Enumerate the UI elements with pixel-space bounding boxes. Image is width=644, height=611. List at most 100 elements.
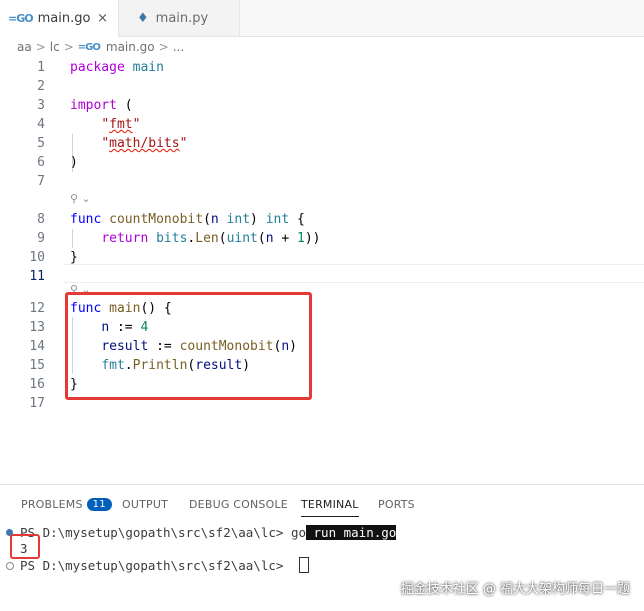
line-number: 5 <box>37 136 45 151</box>
line-number: 8 <box>37 212 45 227</box>
code-token: )) <box>304 231 321 246</box>
go-file-icon: =GO <box>8 12 34 25</box>
terminal-command-args: run main.go <box>306 525 397 540</box>
breadcrumb-file[interactable]: main.go <box>106 40 155 54</box>
code-token: bits <box>156 231 188 246</box>
line-number: 11 <box>29 269 45 284</box>
tab-main-py[interactable]: ♦ main.py <box>118 0 240 36</box>
code-token: ( <box>116 98 133 113</box>
code-token: import <box>70 98 117 113</box>
code-token: + <box>273 231 298 246</box>
code-text: ) <box>70 153 78 172</box>
code-token: n <box>210 212 219 227</box>
code-line[interactable]: 1 package main <box>0 58 644 77</box>
code-token: " <box>101 136 110 151</box>
problems-count-badge: 11 <box>86 498 112 511</box>
breadcrumb-folder-aa[interactable]: aa <box>17 40 32 54</box>
chevron-right-icon: > <box>158 40 169 54</box>
code-token: ( <box>203 212 211 227</box>
chevron-right-icon: > <box>35 40 46 54</box>
code-text: import ( <box>70 96 133 115</box>
code-token: " <box>179 136 188 151</box>
breadcrumb: aa > lc > =GO main.go > ... <box>17 38 184 56</box>
code-text: "fmt" <box>70 115 140 134</box>
terminal-command-line[interactable]: PS D:\mysetup\gopath\src\sf2\aa\lc> go r… <box>20 524 397 542</box>
terminal-prompt: PS D:\mysetup\gopath\src\sf2\aa\lc> <box>20 558 291 573</box>
watermark: 掘金技术社区 @ 福大大架构师每日一题 <box>400 582 630 597</box>
code-token: ) <box>250 212 266 227</box>
code-token: package <box>70 60 125 75</box>
line-number: 17 <box>29 396 45 411</box>
code-token: Len <box>195 231 219 246</box>
code-token: uint <box>226 231 258 246</box>
code-line[interactable]: 2 <box>0 77 644 96</box>
terminal-prompt-line[interactable]: PS D:\mysetup\gopath\src\sf2\aa\lc> <box>20 557 309 575</box>
code-line[interactable]: 11 <box>0 267 644 286</box>
tab-label: main.go <box>37 11 91 26</box>
code-line[interactable]: 7 <box>0 172 644 191</box>
tab-main-go[interactable]: =GO main.go × <box>0 0 118 37</box>
code-token: func <box>70 212 102 227</box>
code-token: " <box>132 117 141 132</box>
code-token: " <box>101 117 110 132</box>
code-token: } <box>70 250 78 265</box>
breadcrumb-folder-lc[interactable]: lc <box>50 40 60 54</box>
code-token: { <box>289 212 305 227</box>
terminal-command-go: go <box>290 525 306 540</box>
line-number: 9 <box>37 231 45 246</box>
terminal-cursor <box>298 557 309 573</box>
code-text: return bits.Len(uint(n + 1)) <box>70 229 321 248</box>
tab-problems-label: PROBLEMS <box>21 498 83 511</box>
line-number: 10 <box>29 250 45 265</box>
panel-tabs: PROBLEMS 11 OUTPUT DEBUG CONSOLE TERMINAL… <box>0 485 644 523</box>
tab-ports[interactable]: PORTS <box>378 498 415 511</box>
code-line[interactable]: 5 "math/bits" <box>0 134 644 153</box>
codelens-run-debug[interactable]: ⚲ ⌄ <box>70 192 91 206</box>
chevron-right-icon: > <box>63 40 74 54</box>
code-token: ) <box>70 155 78 170</box>
code-editor[interactable]: ⚲ ⌄ ⚲ ⌄ 1 package main 2 3 import (4 "fmt" 5 … <box>0 58 644 478</box>
tab-output[interactable]: OUTPUT <box>122 498 168 511</box>
code-token: int <box>265 212 290 227</box>
close-icon[interactable]: × <box>97 11 108 26</box>
tab-debug-console[interactable]: DEBUG CONSOLE <box>189 498 288 511</box>
python-file-icon: ♦ <box>137 10 149 26</box>
command-pending-icon[interactable] <box>6 562 14 570</box>
line-number: 13 <box>29 320 45 335</box>
code-line[interactable]: 4 "fmt" <box>0 115 644 134</box>
code-line[interactable]: 6) <box>0 153 644 172</box>
code-line[interactable]: 8 func countMonobit(n int) int { <box>0 210 644 229</box>
code-token: n <box>265 231 274 246</box>
code-token: int <box>226 212 251 227</box>
line-number: 14 <box>29 339 45 354</box>
code-line[interactable]: 9 return bits.Len(uint(n + 1)) <box>0 229 644 248</box>
go-file-icon: =GO <box>77 41 101 53</box>
output-highlight <box>10 534 40 559</box>
code-token: 1 <box>297 231 305 246</box>
code-token: main <box>132 60 164 75</box>
line-number: 6 <box>37 155 45 170</box>
editor-tab-bar: =GO main.go × ♦ main.py <box>0 0 644 37</box>
code-token: return <box>101 231 149 246</box>
code-line[interactable]: 3 import ( <box>0 96 644 115</box>
tab-terminal[interactable]: TERMINAL <box>301 498 359 517</box>
code-text: func countMonobit(n int) int { <box>70 210 305 229</box>
code-token: countMonobit <box>109 212 204 227</box>
main-function-highlight <box>65 292 312 400</box>
code-token: ( <box>257 231 266 246</box>
line-number: 4 <box>37 117 45 132</box>
line-number: 2 <box>37 79 45 94</box>
tab-problems[interactable]: PROBLEMS 11 <box>21 498 112 511</box>
terminal-prompt: PS D:\mysetup\gopath\src\sf2\aa\lc> <box>20 525 291 540</box>
code-text: package main <box>70 58 164 77</box>
code-text: } <box>70 248 78 267</box>
code-token: ( <box>218 231 227 246</box>
code-line[interactable]: 10} <box>0 248 644 267</box>
breadcrumb-symbol[interactable]: ... <box>173 40 184 54</box>
